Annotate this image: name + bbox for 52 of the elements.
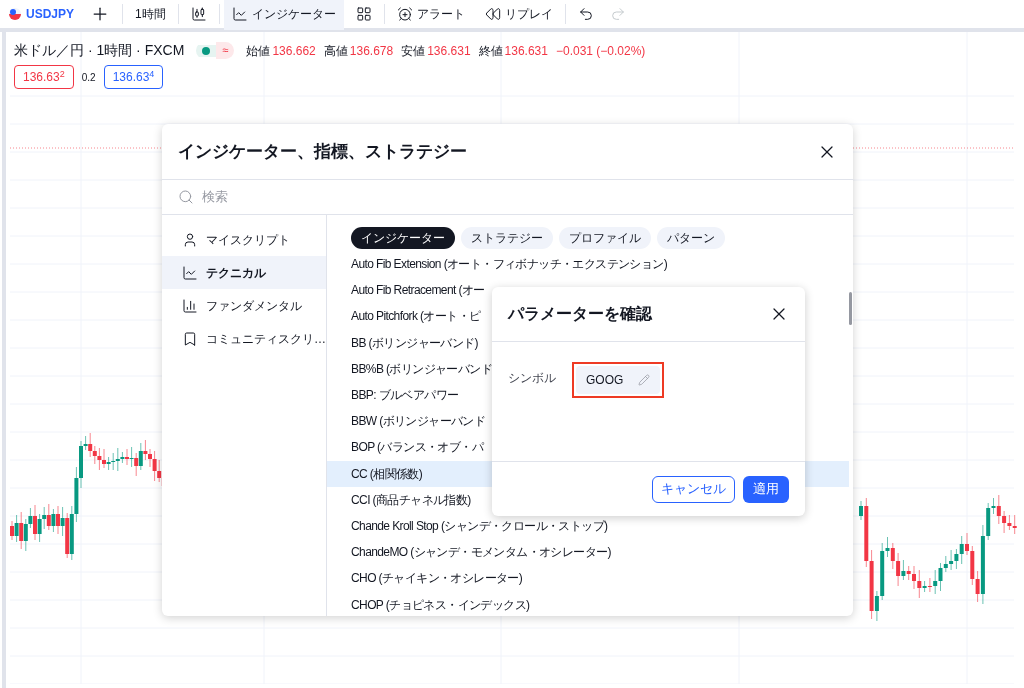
price-change: −0.031 (−0.02%) <box>555 42 646 60</box>
candlestick-icon[interactable] <box>190 6 207 22</box>
status-badge: ≈ <box>196 42 235 59</box>
dialog-title: インジケーター、指標、ストラテジー <box>178 140 467 163</box>
symbol-field[interactable]: GOOG <box>576 366 660 394</box>
search-field[interactable]: 検索 <box>202 187 837 207</box>
category-item[interactable]: マイスクリプト <box>162 223 326 256</box>
interval-button[interactable]: 1時間 <box>127 5 174 23</box>
replay-button[interactable]: リプレイ <box>476 5 561 23</box>
ohlc-label: 始値 <box>246 42 271 60</box>
indicator-item[interactable]: ChandeMO (シャンデ・モメンタム・オシレーター) <box>327 539 849 566</box>
indicator-item[interactable]: Chande Kroll Stop (シャンデ・クロール・ストップ) <box>327 512 849 540</box>
filter-tab[interactable]: ストラテジー <box>461 227 553 249</box>
rewind-icon <box>484 6 501 22</box>
line-chart-icon <box>231 6 248 22</box>
search-icon <box>178 189 194 205</box>
undo-icon[interactable] <box>577 6 594 22</box>
scrollbar-thumb[interactable] <box>849 292 852 325</box>
category-item[interactable]: コミュニティスクリ… <box>162 322 326 355</box>
filter-tab[interactable]: プロファイル <box>559 227 651 249</box>
symbol-button[interactable]: USDJPY <box>26 5 75 23</box>
category-icon <box>182 330 198 347</box>
category-item[interactable]: テクニカル <box>162 256 326 289</box>
indicator-item[interactable]: CHO (チャイキン・オシレーター) <box>327 565 849 592</box>
indicator-item[interactable]: CHOP (チョピネス・インデックス) <box>327 591 849 618</box>
alert-button[interactable]: アラート <box>388 5 473 23</box>
ohlc-value: 136.678 <box>349 42 394 60</box>
ohlc-label: 安値 <box>401 42 426 60</box>
dialog-title: パラメーターを確認 <box>508 304 652 324</box>
apply-button[interactable]: 適用 <box>743 475 789 503</box>
ohlc-value: 136.631 <box>427 42 471 60</box>
filter-tab[interactable]: インジケーター <box>351 227 455 249</box>
ohlc-label: 高値 <box>323 42 348 60</box>
ohlc-value: 136.662 <box>272 42 316 60</box>
category-icon <box>182 297 198 314</box>
chart-title: 米ドル／円 · 1時間 · FXCM <box>14 41 185 60</box>
category-icon <box>182 231 198 248</box>
spread-value: 0.2 <box>81 70 96 85</box>
ohlc-value: 136.631 <box>504 42 548 60</box>
category-icon <box>182 264 198 281</box>
layout-grid-icon[interactable] <box>355 6 372 22</box>
flag-logo-icon <box>8 7 22 21</box>
category-item[interactable]: ファンダメンタル <box>162 289 326 322</box>
indicators-button[interactable]: インジケーター <box>223 0 344 30</box>
ohlc-label: 終値 <box>478 42 503 60</box>
field-label: シンボル <box>508 370 556 387</box>
cancel-button[interactable]: キャンセル <box>652 475 735 503</box>
bid-price[interactable]: 136.63$^{2}$ <box>14 65 74 89</box>
ask-price[interactable]: 136.63$^{4}$ <box>103 65 164 89</box>
filter-tab[interactable]: パターン <box>657 227 725 249</box>
indicator-item[interactable]: Auto Fib Extension (オート・フィボナッチ・エクステンション) <box>327 251 849 278</box>
alarm-clock-icon <box>396 6 413 22</box>
